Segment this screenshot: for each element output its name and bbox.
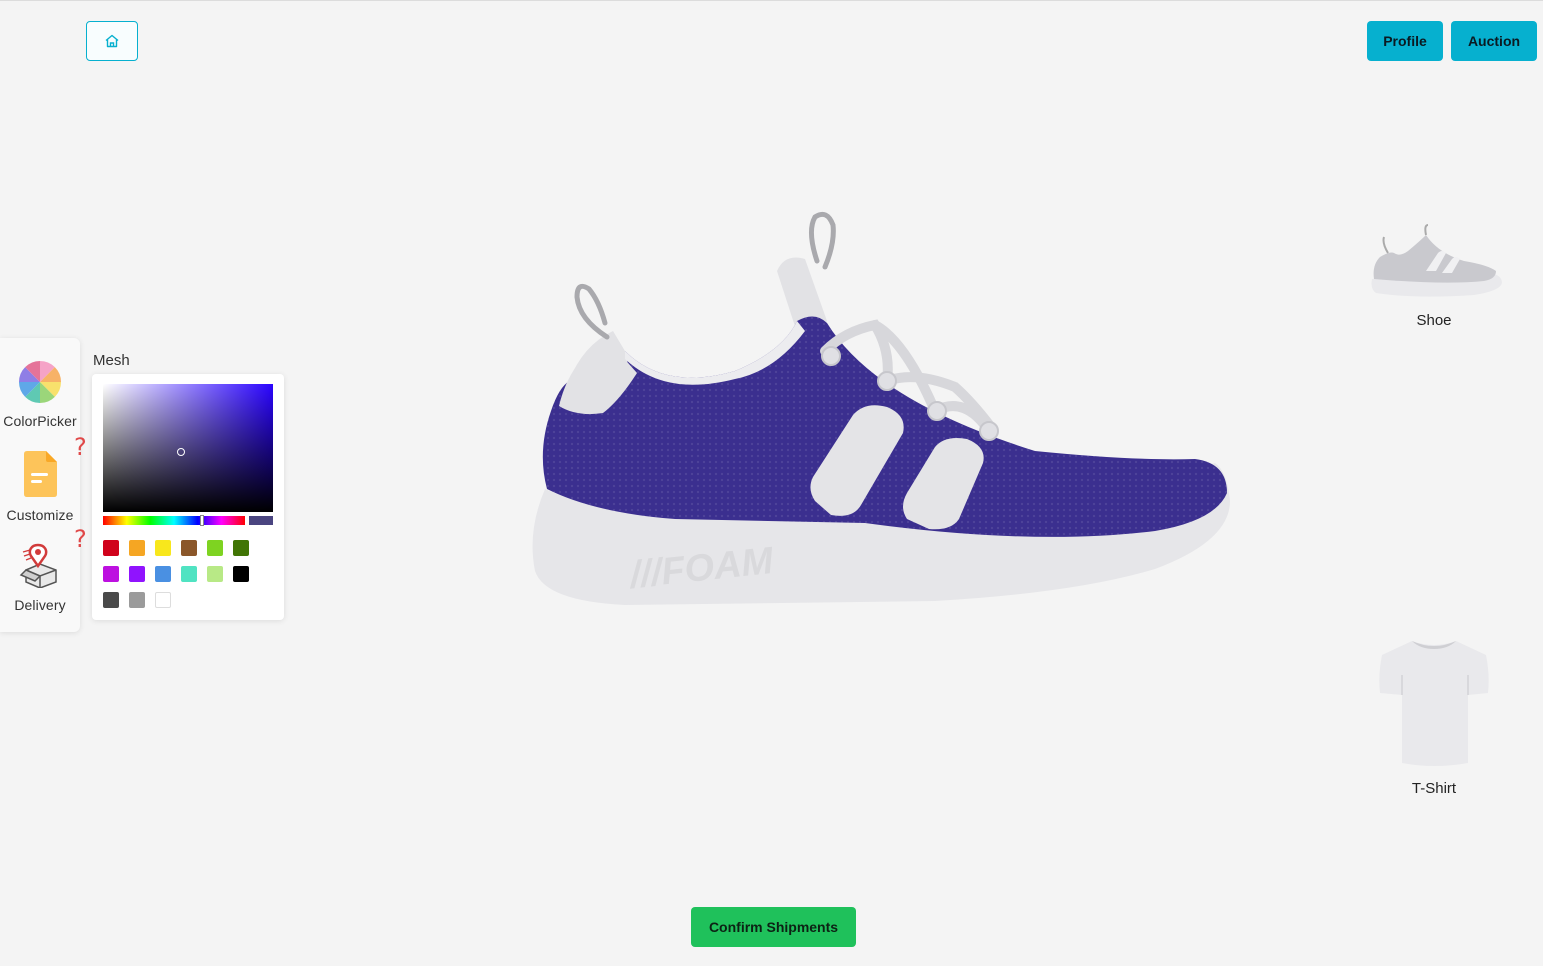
product-tshirt[interactable]: T-Shirt <box>1364 635 1504 797</box>
color-swatch[interactable] <box>233 566 249 582</box>
hue-handle[interactable] <box>200 515 204 526</box>
product-shoe[interactable]: Shoe <box>1364 221 1504 329</box>
colorpicker-help-icon[interactable]: ? <box>74 433 87 461</box>
color-preview <box>249 516 273 525</box>
color-swatch[interactable] <box>103 566 119 582</box>
home-icon <box>105 34 119 48</box>
top-right-nav: Profile Auction <box>1367 21 1537 61</box>
color-swatch[interactable] <box>181 540 197 556</box>
shoe-viewer[interactable]: ///FOAM <box>515 201 1245 621</box>
color-swatch[interactable] <box>129 566 145 582</box>
colorpicker-label: ColorPicker <box>3 413 77 429</box>
color-picker-card <box>92 374 284 620</box>
customize-label: Customize <box>6 507 74 523</box>
part-label: Mesh <box>93 352 130 369</box>
home-button[interactable] <box>86 21 138 61</box>
auction-button[interactable]: Auction <box>1451 21 1537 61</box>
color-swatch[interactable] <box>103 540 119 556</box>
document-icon <box>24 451 57 497</box>
confirm-shipments-button[interactable]: Confirm Shipments <box>691 907 856 947</box>
colorpicker-tool[interactable]: ColorPicker <box>0 360 80 429</box>
tshirt-product-label: T-Shirt <box>1411 780 1457 797</box>
profile-button[interactable]: Profile <box>1367 21 1443 61</box>
hue-slider[interactable] <box>103 515 245 526</box>
customize-tool[interactable]: Customize <box>0 450 80 523</box>
delivery-tool[interactable]: Delivery <box>0 542 80 613</box>
swatch-grid <box>103 540 263 608</box>
color-swatch[interactable] <box>181 566 197 582</box>
shoe-product-label: Shoe <box>1416 312 1452 329</box>
tool-panel: ColorPicker Customize Delivery <box>0 338 80 632</box>
color-swatch[interactable] <box>155 540 171 556</box>
color-swatch[interactable] <box>233 540 249 556</box>
shoe-model: ///FOAM <box>532 211 1230 605</box>
color-swatch[interactable] <box>129 592 145 608</box>
delivery-box-icon <box>19 543 57 589</box>
customize-help-icon[interactable]: ? <box>74 525 87 553</box>
color-swatch[interactable] <box>207 566 223 582</box>
color-swatch[interactable] <box>155 566 171 582</box>
color-swatch[interactable] <box>103 592 119 608</box>
tshirt-thumbnail <box>1379 641 1489 766</box>
saturation-handle[interactable] <box>177 448 185 456</box>
color-swatch[interactable] <box>129 540 145 556</box>
color-swatch[interactable] <box>207 540 223 556</box>
color-swatch[interactable] <box>155 592 171 608</box>
color-wheel-icon <box>18 361 61 403</box>
shoe-thumbnail <box>1371 224 1502 297</box>
saturation-area[interactable] <box>103 384 273 512</box>
delivery-label: Delivery <box>14 597 66 613</box>
